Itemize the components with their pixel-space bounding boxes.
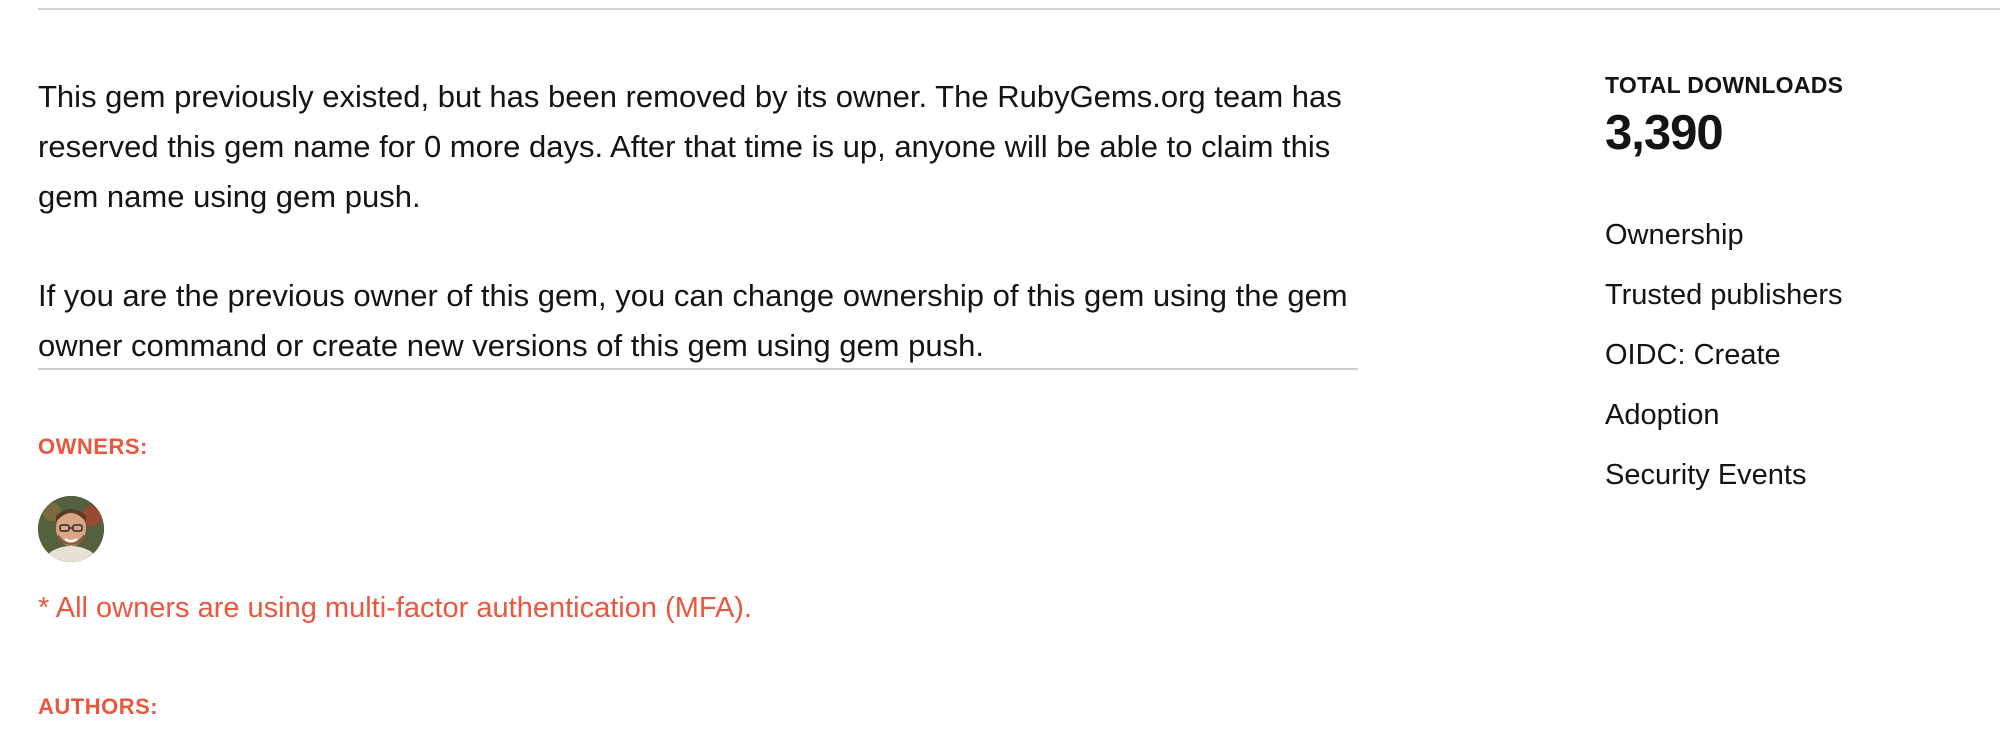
owners-heading: OWNERS: <box>38 434 148 459</box>
gem-sidebar: TOTAL DOWNLOADS 3,390 Ownership Trusted … <box>1605 72 1965 505</box>
gem-main-content: This gem previously existed, but has bee… <box>38 72 1358 719</box>
authors-heading: AUTHORS: <box>38 694 159 719</box>
total-downloads-label: TOTAL DOWNLOADS <box>1605 72 1844 98</box>
content-divider <box>38 368 1358 370</box>
gem-admin-links: Ownership Trusted publishers OIDC: Creat… <box>1605 205 1965 505</box>
owner-avatar-image <box>38 496 104 562</box>
mfa-notice: * All owners are using multi-factor auth… <box>38 592 753 624</box>
link-ownership[interactable]: Ownership <box>1605 205 1965 265</box>
link-adoption[interactable]: Adoption <box>1605 385 1965 445</box>
reserved-gem-notice: This gem previously existed, but has bee… <box>38 79 1342 214</box>
link-oidc-create[interactable]: OIDC: Create <box>1605 325 1965 385</box>
owner-avatar[interactable] <box>38 496 104 562</box>
link-trusted-publishers[interactable]: Trusted publishers <box>1605 265 1965 325</box>
top-divider <box>38 8 2000 10</box>
ownership-help-text: If you are the previous owner of this ge… <box>38 278 1348 363</box>
link-security-events[interactable]: Security Events <box>1605 445 1965 505</box>
total-downloads-count: 3,390 <box>1605 106 1724 160</box>
